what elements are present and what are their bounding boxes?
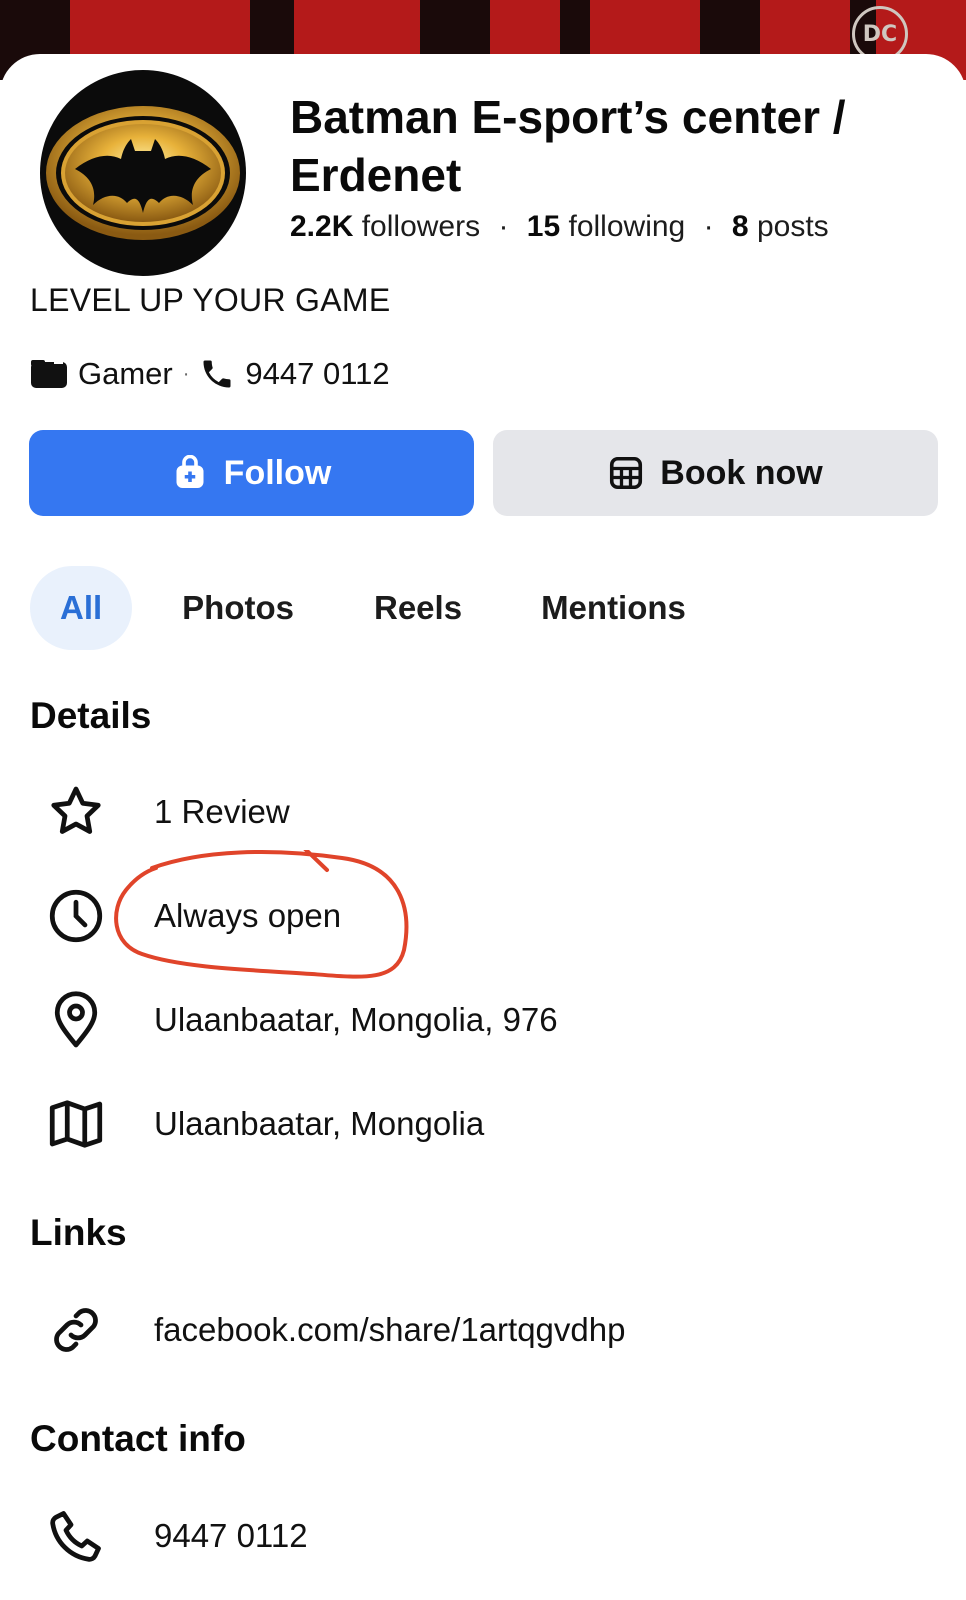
followers-count[interactable]: 2.2K bbox=[290, 210, 353, 243]
meta-separator: · bbox=[182, 362, 190, 385]
tab-reels[interactable]: Reels bbox=[374, 566, 462, 650]
phone-icon bbox=[199, 356, 235, 392]
profile-meta: Gamer · 9447 0112 bbox=[30, 356, 390, 392]
link-icon bbox=[44, 1298, 108, 1362]
detail-row-city[interactable]: Ulaanbaatar, Mongolia bbox=[44, 1092, 484, 1156]
follow-label: Follow bbox=[223, 453, 332, 492]
category-label: Gamer bbox=[78, 356, 173, 391]
follow-button[interactable]: Follow bbox=[29, 430, 474, 516]
follow-icon bbox=[172, 455, 208, 491]
stats-separator: · bbox=[498, 210, 509, 243]
city-text: Ulaanbaatar, Mongolia bbox=[154, 1105, 485, 1142]
clock-icon bbox=[44, 884, 108, 948]
details-heading: Details bbox=[30, 695, 152, 736]
tab-photos[interactable]: Photos bbox=[182, 566, 294, 650]
bat-logo bbox=[40, 70, 246, 276]
profile-bio: LEVEL UP YOUR GAME bbox=[30, 282, 391, 318]
contact-heading: Contact info bbox=[30, 1418, 246, 1459]
detail-row-address[interactable]: Ulaanbaatar, Mongolia, 976 bbox=[44, 988, 558, 1052]
location-pin-icon bbox=[44, 988, 108, 1052]
hours-text: Always open bbox=[154, 897, 342, 934]
following-count[interactable]: 15 bbox=[527, 210, 560, 243]
bat-symbol-icon bbox=[46, 106, 240, 240]
followers-label[interactable]: followers bbox=[362, 210, 480, 243]
posts-count: 8 bbox=[731, 210, 749, 243]
phone-icon bbox=[44, 1504, 108, 1568]
book-now-label: Book now bbox=[660, 453, 823, 492]
stats-separator: · bbox=[703, 210, 714, 243]
following-label[interactable]: following bbox=[569, 210, 686, 243]
detail-row-hours: Always open bbox=[44, 884, 341, 948]
contact-row-phone[interactable]: 9447 0112 bbox=[44, 1504, 308, 1568]
contact-phone-text[interactable]: 9447 0112 bbox=[154, 1517, 308, 1555]
page-title: Batman E-sport’s center / Erdenet bbox=[290, 91, 846, 201]
star-icon bbox=[44, 780, 108, 844]
tab-mentions[interactable]: Mentions bbox=[541, 566, 686, 650]
booking-icon bbox=[608, 455, 644, 491]
profile-avatar[interactable] bbox=[36, 66, 250, 280]
address-text: Ulaanbaatar, Mongolia, 976 bbox=[154, 1001, 558, 1038]
book-now-button[interactable]: Book now bbox=[493, 430, 938, 516]
link-text[interactable]: facebook.com/share/1artqgvdhp bbox=[154, 1311, 625, 1349]
phone-number[interactable]: 9447 0112 bbox=[245, 356, 389, 392]
links-heading: Links bbox=[30, 1212, 127, 1253]
map-icon bbox=[44, 1092, 108, 1156]
detail-row-reviews[interactable]: 1 Review bbox=[44, 780, 290, 844]
category-icon bbox=[30, 359, 68, 389]
profile-stats: 2.2K followers · 15 following · 8 posts bbox=[290, 210, 829, 244]
link-row[interactable]: facebook.com/share/1artqgvdhp bbox=[44, 1298, 625, 1362]
posts-label: posts bbox=[756, 210, 829, 243]
reviews-text: 1 Review bbox=[154, 793, 290, 830]
profile-tabs: All Photos Reels Mentions bbox=[30, 566, 686, 650]
tab-all[interactable]: All bbox=[30, 566, 133, 650]
